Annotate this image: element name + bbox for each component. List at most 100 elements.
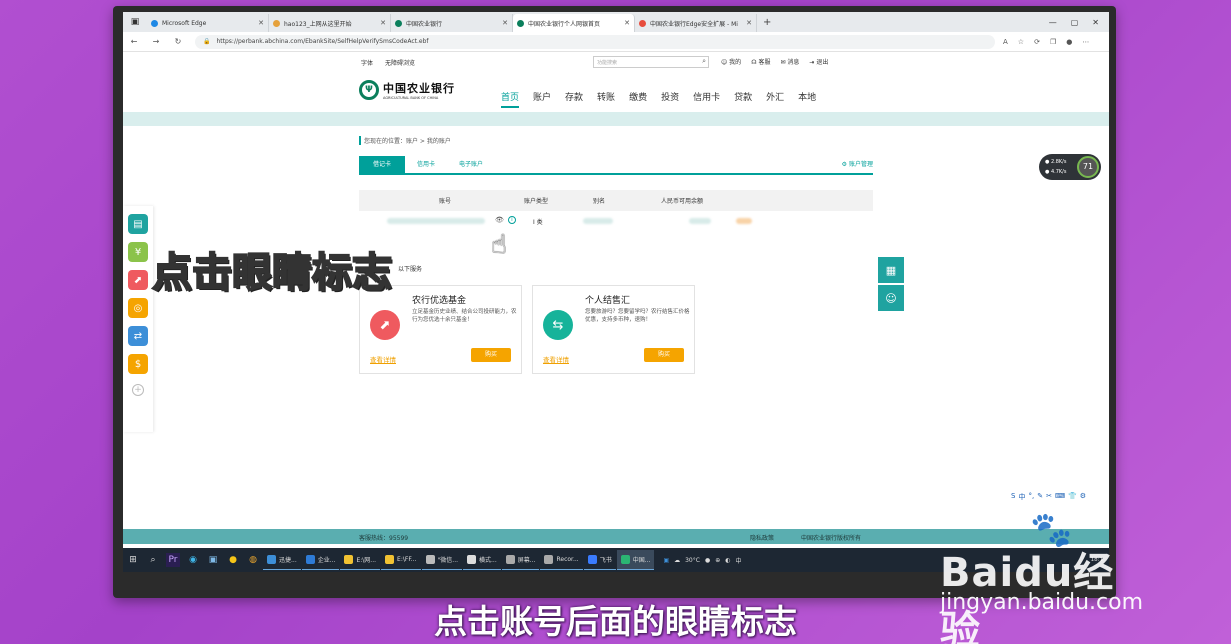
url-input[interactable]: 🔒 https://perbank.abchina.com/EbankSite/S… [195,34,995,49]
qr-code-icon[interactable]: ▦ [878,257,904,283]
ime-pen-icon[interactable]: ✎ [1037,492,1043,502]
nav-invest[interactable]: 投资 [661,90,679,108]
nav-home[interactable]: 首页 [501,90,520,108]
ime-punct-icon[interactable]: °, [1028,492,1034,502]
taskbar-app-active[interactable]: 中国... [616,550,655,570]
browser-tab[interactable]: 中国农业银行 ✕ [391,14,513,32]
nav-local[interactable]: 本地 [798,90,816,108]
close-icon[interactable]: ✕ [502,19,508,27]
nav-forex[interactable]: 外汇 [766,90,784,108]
tab-credit-card[interactable]: 信用卡 [405,156,447,173]
taskbar-app[interactable]: 横式... [463,550,501,570]
taskbar-app[interactable]: 企业... [301,550,340,570]
close-icon[interactable]: ✕ [380,19,386,27]
wechat-icon[interactable]: ● [705,557,710,564]
account-management-link[interactable]: ⚙ 账户管理 [842,156,873,173]
taskbar-app[interactable]: "微信... [421,550,463,570]
ime-tools-icon[interactable]: ✂ [1046,492,1052,502]
ime-icon[interactable]: 中 [735,556,741,565]
coins-icon[interactable]: ◎ [128,298,148,318]
lock-icon: 🔒 [203,38,211,45]
wallet-icon[interactable]: ▤ [128,214,148,234]
tab-label: 中国农业银行个人网银首页 [528,20,601,28]
tab-debit-card[interactable]: 借记卡 [359,156,406,173]
eye-icon[interactable]: 👁 [495,216,504,224]
buy-button[interactable]: 购买 [471,348,511,362]
taskbar-app[interactable]: E:\网... [340,550,381,570]
tab-favicon-icon [395,19,402,27]
ime-logo-icon[interactable]: S [1011,492,1015,502]
tab-e-account[interactable]: 电子账户 [447,156,495,173]
my-link[interactable]: ☺ 我的 [721,57,741,66]
chrome-icon[interactable]: ◍ [246,553,260,567]
close-window-icon[interactable]: ✕ [1092,18,1099,27]
browser-tab[interactable]: Microsoft Edge ✕ [147,14,269,32]
view-details-link[interactable]: 查看详情 [370,354,396,364]
new-tab-icon[interactable]: + [757,14,777,32]
nav-transfer[interactable]: 转账 [597,90,615,108]
yuan-icon[interactable]: ¥ [128,242,148,262]
minimize-icon[interactable]: — [1049,18,1057,27]
transfer-icon[interactable]: ⇄ [128,326,148,346]
taskbar-app[interactable]: E:\FF... [381,550,421,570]
ime-chinese-icon[interactable]: 中 [1018,492,1025,502]
profile-icon[interactable]: ● [1066,38,1072,46]
close-icon[interactable]: ✕ [746,19,752,27]
view-details-link[interactable]: 查看详情 [543,354,569,364]
app-icon[interactable]: ● [226,553,240,567]
refresh-extension-icon[interactable]: ⟳ [1034,38,1040,46]
tray-app-icon[interactable]: ▣ [663,557,669,564]
ime-keyboard-icon[interactable]: ⌨ [1055,492,1065,502]
taskbar-app[interactable]: 飞书 [583,550,616,570]
nav-loan[interactable]: 贷款 [734,90,752,108]
bank-logo[interactable]: Ψ 中国农业银行 AGRICULTURAL BANK OF CHINA [359,80,455,100]
url-text: https://perbank.abchina.com/EbankSite/Se… [216,38,429,45]
back-icon[interactable]: ← [123,37,145,46]
ime-skin-icon[interactable]: 👕 [1068,492,1077,502]
accessibility-link[interactable]: 无障碍浏览 [385,58,415,67]
photos-icon[interactable]: ▣ [206,553,220,567]
collections-icon[interactable]: ❐ [1050,38,1056,46]
nav-payment[interactable]: 缴费 [629,90,647,108]
favorite-star-icon[interactable]: ☆ [1018,38,1024,46]
volume-icon[interactable]: ◐ [725,557,730,564]
taskbar-app-label: 迅捷... [279,557,297,564]
dollar-icon[interactable]: $ [128,354,148,374]
taskbar-app[interactable]: 迅捷... [263,550,301,570]
ime-settings-icon[interactable]: ⚙ [1080,492,1086,502]
refresh-icon[interactable]: ↻ [167,37,189,46]
edge-icon[interactable]: ◉ [186,553,200,567]
close-icon[interactable]: ✕ [258,19,264,27]
chart-card-icon[interactable]: ⬈ [128,270,148,290]
nav-credit-card[interactable]: 信用卡 [693,90,720,108]
nav-deposit[interactable]: 存款 [565,90,583,108]
windows-start-icon[interactable]: ⊞ [126,553,140,567]
network-icon[interactable]: ⊕ [715,557,720,564]
nav-account[interactable]: 账户 [533,90,551,108]
function-search-input[interactable]: 功能搜索 ⌕ [593,56,709,68]
more-icon[interactable]: ⋯ [1082,38,1089,46]
close-icon[interactable]: ✕ [624,19,630,27]
taskbar-app[interactable]: Recor... [540,550,583,570]
logout-link[interactable]: ⇥ 退出 [809,57,828,66]
buy-button[interactable]: 购买 [644,348,684,362]
forward-icon[interactable]: → [145,37,167,46]
add-icon[interactable]: + [132,384,144,396]
browser-tab[interactable]: 中国农业银行Edge安全扩展 - Mi ✕ [635,14,757,32]
privacy-link[interactable]: 隐私政策 [750,533,774,542]
info-icon[interactable]: i [508,216,516,224]
read-aloud-icon[interactable]: A [1003,38,1008,46]
search-icon[interactable]: ⌕ [702,57,706,66]
masked-balance [689,218,711,224]
search-icon[interactable]: ⌕ [146,553,160,567]
maximize-icon[interactable]: ▢ [1071,18,1079,27]
service-link[interactable]: ☊ 客服 [751,57,770,66]
customer-service-icon[interactable]: ☺ [878,285,904,311]
font-size-link[interactable]: 字体 [361,58,373,67]
taskbar-app[interactable]: 屏幕... [501,550,540,570]
browser-tab-active[interactable]: 中国农业银行个人网银首页 ✕ [513,14,635,32]
premiere-icon[interactable]: Pr [166,553,180,567]
message-link[interactable]: ✉ 消息 [780,57,799,66]
tab-actions-icon[interactable]: ▣ [123,12,147,32]
browser-tab[interactable]: hao123_上网从这里开始 ✕ [269,14,391,32]
